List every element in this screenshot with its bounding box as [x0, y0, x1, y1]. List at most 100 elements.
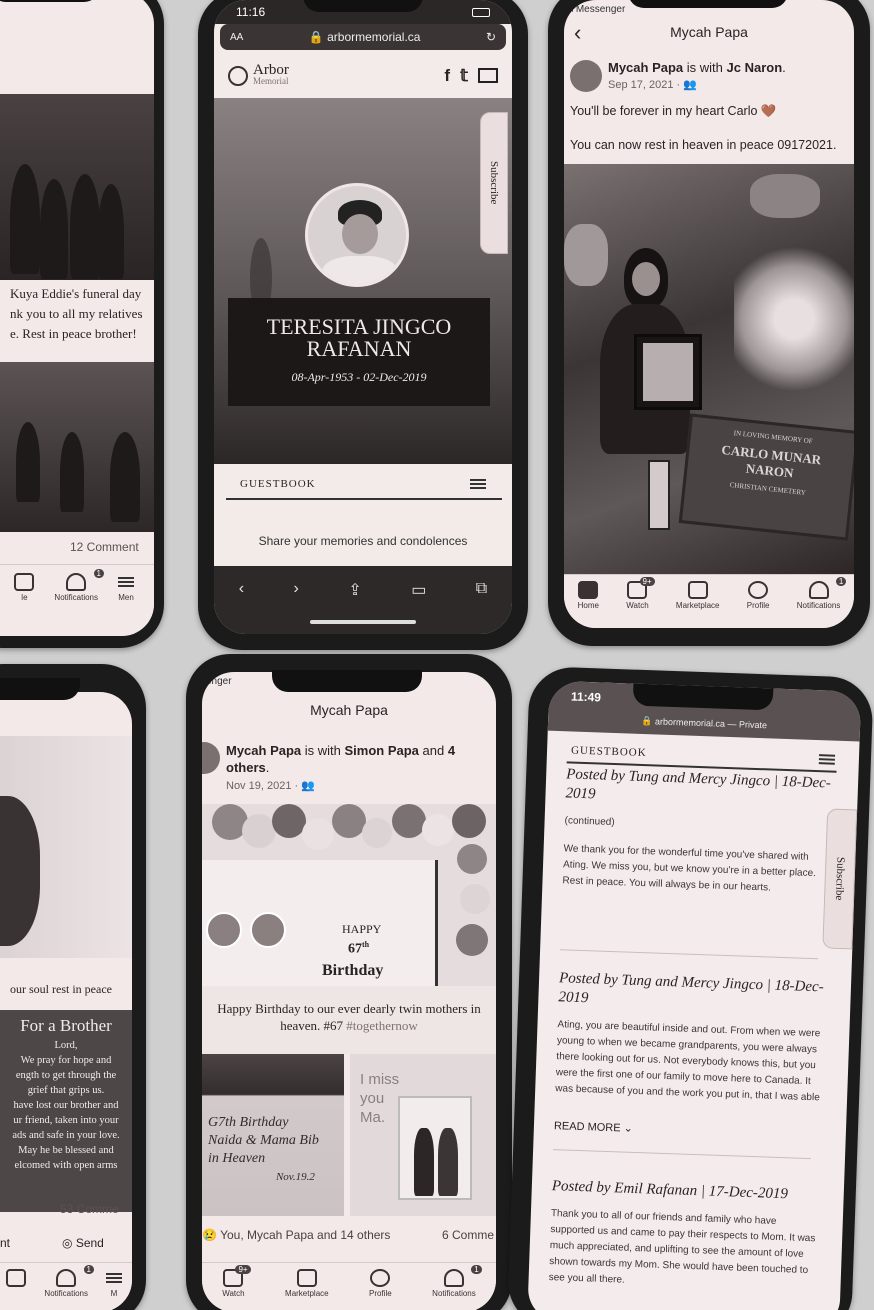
subscribe-tab[interactable]: Subscribe: [822, 808, 858, 950]
home-icon: [578, 581, 599, 599]
page-header: ‹ Mycah Papa: [564, 20, 854, 52]
back-to-messenger[interactable]: enger: [206, 676, 232, 687]
tab-bar: 9+ Watch Marketplace Profile 1 Notificatio…: [202, 1262, 496, 1310]
bell-icon: [808, 581, 829, 599]
share-icon[interactable]: ⇪: [348, 580, 361, 634]
menu-icon[interactable]: [470, 479, 486, 489]
entry-title: Posted by Emil Rafanan | 17-Dec-2019: [551, 1178, 789, 1203]
tab-partial[interactable]: le: [14, 573, 35, 602]
entry-body: We thank you for the wonderful time you'…: [562, 843, 817, 894]
tab-menu[interactable]: M: [106, 1269, 122, 1298]
phone-3-screen: ◂ Messenger ‹ Mycah Papa Mycah Papa is w…: [564, 0, 854, 628]
post-text-1: You'll be forever in my heart Carlo 🤎: [570, 104, 777, 118]
divider: [226, 498, 502, 500]
bell-icon: [66, 573, 87, 591]
phone-6-screen: 11:49 🔒 arbormemorial.ca — Private GUEST…: [527, 680, 862, 1310]
battery-icon: [472, 8, 490, 17]
address-bar[interactable]: AA 🔒 arbormemorial.ca ↻: [220, 24, 506, 50]
comment-count[interactable]: 53 Comme: [60, 1202, 119, 1216]
tab-notifications[interactable]: 1 Notifications: [54, 569, 104, 602]
profile-icon: [748, 581, 769, 599]
tab-notifications[interactable]: 1 Notifications: [797, 577, 847, 610]
status-time: 11:49: [570, 689, 602, 705]
comment-button[interactable]: nt: [0, 1236, 10, 1250]
comment-count[interactable]: 12 Comment: [70, 540, 139, 554]
tab-watch[interactable]: 9+ Watch: [626, 577, 655, 610]
avatar[interactable]: [202, 742, 220, 774]
life-dates: 08-Apr-1953 - 02-Dec-2019: [291, 370, 427, 384]
send-button[interactable]: ◎ Send: [62, 1236, 104, 1250]
tab-marketplace[interactable]: Marketplace: [676, 581, 720, 610]
guestbook-title: GUESTBOOK: [240, 478, 316, 490]
guestbook-entry-2: Posted by Tung and Mercy Jingco | 18-Dec…: [554, 969, 830, 1141]
post-caption: Kuya Eddie's funeral day nk you to all m…: [10, 286, 143, 341]
entry-body: Thank you to all of our friends and fami…: [548, 1208, 816, 1286]
brother-photo: [0, 736, 132, 958]
back-icon[interactable]: ‹: [239, 580, 244, 634]
grave-photo: IN LOVING MEMORY OF CARLO MUNAR NARON CH…: [564, 164, 854, 574]
chevron-down-icon: ⌄: [623, 1122, 634, 1135]
group-photo-2: [0, 362, 154, 532]
menu-icon[interactable]: [818, 754, 836, 765]
hashtag-link[interactable]: #togethernow: [346, 1018, 417, 1033]
flowers: [734, 244, 854, 394]
tab-profile[interactable]: Profile: [747, 581, 769, 610]
url-text[interactable]: 🔒 arbormemorial.ca — Private: [548, 713, 860, 735]
phone-3: ◂ Messenger ‹ Mycah Papa Mycah Papa is w…: [548, 0, 870, 646]
guestbook-entry-3: Posted by Emil Rafanan | 17-Dec-2019 Tha…: [548, 1177, 822, 1295]
phone-2: 11:16 AA 🔒 arbormemorial.ca ↻ Arbor Memo…: [198, 0, 528, 650]
tab-bar: 1 Notifications M: [0, 1262, 132, 1310]
post-date: Nov 19, 2021 · 👥: [226, 780, 315, 792]
deceased-name-line1: TERESITA JINGCO: [266, 314, 452, 339]
name-card: TERESITA JINGCO RAFANAN 08-Apr-1953 - 02…: [228, 298, 490, 406]
read-more-button[interactable]: READ MORE ⌄: [554, 1119, 824, 1141]
guestbook-title: GUESTBOOK: [570, 744, 647, 760]
back-to-messenger[interactable]: ◂ Messenger: [568, 4, 625, 15]
friends-icon: 👥: [683, 79, 697, 91]
tab-notifications[interactable]: 1 Notifications: [44, 1265, 94, 1298]
post-header: Mycah Papa is with Simon Papa and 4 othe…: [202, 742, 476, 792]
group-photo-1: [0, 94, 154, 280]
comment-count[interactable]: 6 Comme: [442, 1228, 494, 1242]
reactions-summary[interactable]: 😢 You, Mycah Papa and 14 others: [202, 1228, 390, 1242]
avatar[interactable]: [570, 60, 602, 92]
subscribe-tab[interactable]: Subscribe: [480, 112, 508, 254]
text-size-button[interactable]: AA: [230, 32, 243, 43]
phone-1-screen: Kuya Eddie's funeral day nk you to all m…: [0, 0, 154, 636]
post-author-line: Mycah Papa is with Simon Papa and 4 othe…: [226, 743, 456, 775]
share-memories-text[interactable]: Share your memories and condolences: [214, 534, 512, 548]
caption-box: Happy Birthday to our ever dearly twin m…: [202, 986, 496, 1054]
page-title: Mycah Papa: [310, 702, 388, 718]
tab-menu[interactable]: Men: [118, 573, 134, 602]
phone-2-screen: 11:16 AA 🔒 arbormemorial.ca ↻ Arbor Memo…: [214, 0, 512, 634]
tab-partial[interactable]: [6, 1269, 27, 1289]
url-text: 🔒 arbormemorial.ca: [308, 30, 421, 44]
tab-bar: Home 9+ Watch Marketplace Profile 1 Notifi…: [564, 574, 854, 628]
cake-photo: G7th Birthday Naida & Mama Bib in Heaven…: [202, 1054, 344, 1216]
arbor-logo[interactable]: Arbor Memorial: [228, 63, 289, 87]
tabs-icon[interactable]: ⧉: [476, 580, 487, 634]
home-indicator: [310, 620, 416, 624]
tab-bar: le 1 Notifications Men: [0, 564, 154, 624]
framed-photo: [634, 334, 702, 410]
entry-title: Posted by Tung and Mercy Jingco | 18-Dec…: [565, 766, 832, 803]
portrait-photo: [305, 183, 409, 287]
facebook-icon[interactable]: f: [444, 66, 450, 86]
phone-5-screen: enger Mycah Papa Mycah Papa is with Simo…: [202, 672, 496, 1310]
twitter-icon[interactable]: 𝕥: [460, 66, 468, 86]
tab-watch[interactable]: 9+ Watch: [222, 1265, 251, 1298]
bookmarks-icon[interactable]: ▭: [411, 580, 426, 634]
tab-marketplace[interactable]: Marketplace: [285, 1269, 329, 1298]
reload-icon[interactable]: ↻: [486, 30, 496, 44]
tab-home[interactable]: Home: [578, 581, 599, 610]
cake-writing: G7th Birthday Naida & Mama Bib in Heaven…: [208, 1115, 319, 1183]
forward-icon[interactable]: ›: [294, 580, 299, 634]
birthday-board: HAPPY 67th Birthday: [202, 860, 438, 986]
tab-notifications[interactable]: 1 Notifications: [432, 1265, 482, 1298]
mail-icon[interactable]: [478, 68, 498, 83]
back-icon[interactable]: ‹: [574, 20, 581, 46]
phone-6: 11:49 🔒 arbormemorial.ca — Private GUEST…: [506, 666, 874, 1310]
tab-profile[interactable]: Profile: [369, 1269, 392, 1298]
notch: [272, 670, 422, 692]
shop-icon: [687, 581, 708, 599]
